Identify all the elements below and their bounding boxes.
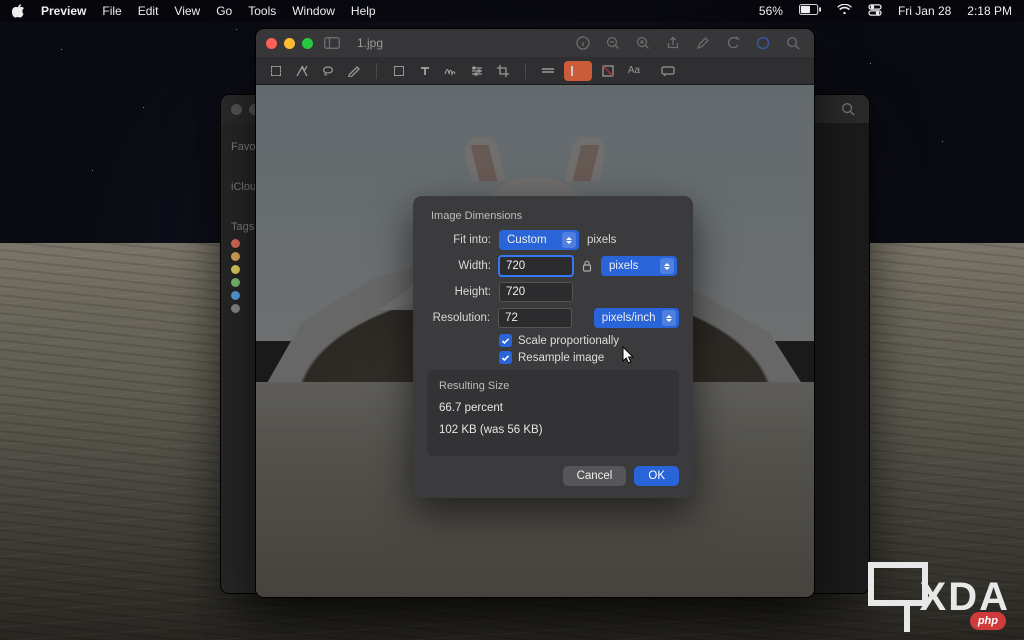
preview-titlebar[interactable]: 1.jpg: [256, 29, 814, 57]
chevron-updown-icon: [662, 310, 676, 326]
wifi-icon[interactable]: [837, 4, 852, 18]
menu-help[interactable]: Help: [351, 4, 376, 18]
resample-image-checkbox[interactable]: [499, 351, 512, 364]
search-icon[interactable]: [837, 98, 859, 120]
tool-fill-color-icon[interactable]: [598, 62, 618, 80]
tool-shapes-icon[interactable]: [389, 62, 409, 80]
php-badge: php: [970, 612, 1006, 630]
tool-line-style-icon[interactable]: [538, 62, 558, 80]
ok-button[interactable]: OK: [634, 466, 679, 486]
chevron-updown-icon: [562, 232, 576, 248]
dialog-title: Image Dimensions: [431, 210, 679, 222]
finder-close-icon[interactable]: [231, 104, 242, 115]
apple-menu-icon[interactable]: [12, 4, 25, 18]
window-filename: 1.jpg: [357, 36, 383, 50]
zoom-in-icon[interactable]: [632, 32, 654, 54]
info-icon[interactable]: [572, 32, 594, 54]
resulting-size-box: Resulting Size 66.7 percent 102 KB (was …: [427, 370, 679, 456]
rotate-icon[interactable]: [722, 32, 744, 54]
width-input[interactable]: [499, 256, 573, 276]
window-maximize-icon[interactable]: [302, 38, 313, 49]
tool-crop-icon[interactable]: [493, 62, 513, 80]
tool-border-color-icon[interactable]: [564, 61, 592, 81]
resolution-label: Resolution:: [427, 312, 490, 324]
height-label: Height:: [427, 286, 491, 298]
resulting-size-title: Resulting Size: [439, 380, 667, 392]
width-label: Width:: [427, 260, 491, 272]
menubar-app-name[interactable]: Preview: [41, 4, 86, 18]
resolution-input[interactable]: [498, 308, 572, 328]
menu-window[interactable]: Window: [292, 4, 335, 18]
resulting-bytes: 102 KB (was 56 KB): [439, 424, 667, 436]
tool-select-rect-icon[interactable]: [266, 62, 286, 80]
tool-annotate-icon[interactable]: [658, 62, 678, 80]
fit-into-label: Fit into:: [427, 234, 491, 246]
tool-instant-alpha-icon[interactable]: [292, 62, 312, 80]
menubar-date[interactable]: Fri Jan 28: [898, 4, 951, 18]
menu-view[interactable]: View: [174, 4, 200, 18]
highlight-icon[interactable]: [752, 32, 774, 54]
control-center-icon[interactable]: [868, 4, 882, 19]
tool-adjust-icon[interactable]: [467, 62, 487, 80]
scale-proportionally-checkbox[interactable]: [499, 334, 512, 347]
width-height-unit-select[interactable]: pixels: [601, 256, 677, 276]
chevron-updown-icon: [660, 258, 674, 274]
fit-into-select[interactable]: Custom: [499, 230, 579, 250]
tool-font-icon[interactable]: Aa: [624, 62, 644, 80]
menu-tools[interactable]: Tools: [248, 4, 276, 18]
resample-image-label: Resample image: [518, 352, 604, 364]
resulting-percent: 66.7 percent: [439, 402, 667, 414]
zoom-out-icon[interactable]: [602, 32, 624, 54]
fit-into-unit: pixels: [587, 234, 616, 246]
menu-file[interactable]: File: [102, 4, 121, 18]
search-icon[interactable]: [782, 32, 804, 54]
sidebar-toggle-icon[interactable]: [321, 32, 343, 54]
battery-percent[interactable]: 56%: [759, 4, 783, 18]
menubar: Preview File Edit View Go Tools Window H…: [0, 0, 1024, 22]
tool-sketch-icon[interactable]: [344, 62, 364, 80]
adjust-size-dialog: Image Dimensions Fit into: Custom pixels…: [413, 196, 693, 498]
menu-edit[interactable]: Edit: [138, 4, 159, 18]
tool-sign-icon[interactable]: [441, 62, 461, 80]
lock-icon[interactable]: [579, 258, 595, 274]
cancel-button[interactable]: Cancel: [563, 466, 627, 486]
window-close-icon[interactable]: [266, 38, 277, 49]
scale-proportionally-label: Scale proportionally: [518, 335, 619, 347]
resolution-unit-select[interactable]: pixels/inch: [594, 308, 679, 328]
share-icon[interactable]: [662, 32, 684, 54]
menubar-time[interactable]: 2:18 PM: [967, 4, 1012, 18]
menu-go[interactable]: Go: [216, 4, 232, 18]
tool-lasso-icon[interactable]: [318, 62, 338, 80]
markup-toolbar: Aa: [256, 57, 814, 85]
markup-icon[interactable]: [692, 32, 714, 54]
window-minimize-icon[interactable]: [284, 38, 295, 49]
tool-text-icon[interactable]: [415, 62, 435, 80]
mouse-cursor-icon: [622, 346, 636, 367]
height-input[interactable]: [499, 282, 573, 302]
battery-icon[interactable]: [799, 4, 821, 18]
